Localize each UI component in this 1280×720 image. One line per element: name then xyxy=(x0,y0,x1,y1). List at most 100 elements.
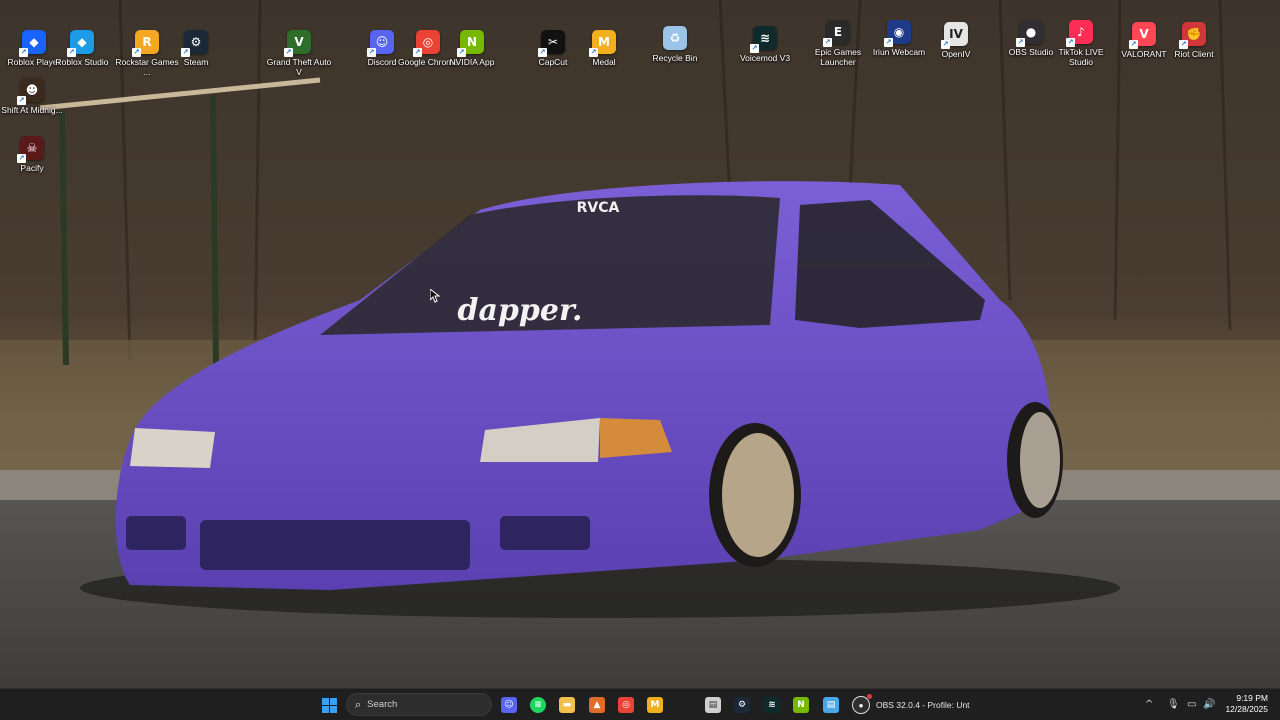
desktop-shortcut-label: Grand Theft Auto V xyxy=(266,57,332,77)
taskbar-app-notepad[interactable]: ▤ xyxy=(702,694,724,716)
desktop-shortcut-label: NVIDIA App xyxy=(449,57,495,67)
search-icon: ⌕ xyxy=(355,697,362,711)
desktop-wallpaper: RVCA dapper. xyxy=(0,0,1280,688)
windows-logo-icon xyxy=(321,697,337,713)
windshield-banner: dapper. xyxy=(458,293,583,328)
taskbar-search-input[interactable]: ⌕ Search xyxy=(346,693,492,716)
taskbar-app-notepad-plus[interactable]: ▤ xyxy=(820,694,842,716)
shortcut-arrow-icon: ↗ xyxy=(17,154,26,163)
shortcut-arrow-icon: ↗ xyxy=(1066,38,1075,47)
mouse-cursor-icon xyxy=(429,287,441,308)
taskbar-obs-window[interactable]: ● OBS 32.0.4 - Profile: Unt xyxy=(848,693,970,717)
tiktok-live-icon: ♪ ↗ xyxy=(1066,20,1093,47)
shortcut-arrow-icon: ↗ xyxy=(589,48,598,57)
shortcut-arrow-icon: ↗ xyxy=(823,38,832,47)
shortcut-arrow-icon: ↗ xyxy=(941,40,950,49)
shortcut-arrow-icon: ↗ xyxy=(367,48,376,57)
windshield-brand: RVCA xyxy=(577,200,620,216)
recycle-bin-icon: ♻ xyxy=(663,26,687,50)
chrome-icon: ◎ ↗ xyxy=(413,30,440,57)
desktop-shortcut[interactable]: ⚙ ↗ Steam xyxy=(162,30,230,67)
shortcut-arrow-icon: ↗ xyxy=(413,48,422,57)
shortcut-arrow-icon: ↗ xyxy=(19,48,28,57)
taskbar-app-steam[interactable]: ⚙ xyxy=(731,694,753,716)
shortcut-arrow-icon: ↗ xyxy=(1016,38,1025,47)
desktop-shortcut[interactable]: ♪ ↗ TikTok LIVE Studio xyxy=(1047,20,1115,67)
desktop-shortcut[interactable]: V ↗ Grand Theft Auto V xyxy=(265,30,333,77)
voicemod-icon: ≋ ↗ xyxy=(750,26,777,53)
artstation-icon: ▲ xyxy=(589,697,605,713)
clock-date: 12/28/2025 xyxy=(1225,704,1268,714)
capcut-icon: ✂ ↗ xyxy=(538,30,565,57)
taskbar-app-nvidia[interactable]: N xyxy=(790,694,812,716)
search-placeholder: Search xyxy=(367,699,398,710)
desktop-shortcut[interactable]: IV ↗ OpenIV xyxy=(922,22,990,59)
desktop-shortcut[interactable]: N ↗ NVIDIA App xyxy=(438,30,506,67)
desktop-shortcut-label: Riot Client xyxy=(1174,49,1214,59)
file-explorer-icon: ▬ xyxy=(559,697,575,713)
taskbar-app-spotify[interactable]: ≡ xyxy=(527,694,549,716)
desktop-shortcut[interactable]: ☻ ↗ Shift At Midnig... xyxy=(0,78,66,115)
desktop-shortcut[interactable]: ◆ ↗ Roblox Studio xyxy=(48,30,116,67)
medal-icon: M xyxy=(647,697,663,713)
shortcut-arrow-icon: ↗ xyxy=(67,48,76,57)
shift-at-midnight-icon: ☻ ↗ xyxy=(17,78,44,105)
notepad-plus-icon: ▤ xyxy=(823,697,839,713)
taskbar: ⌕ Search ☺ ≡ ▬ ▲ ◎ M ▤ ⚙ ≋ N ▤ ● OBS 32.0.4 - Prof… xyxy=(0,688,1280,720)
desktop-shortcut-label: Medal xyxy=(592,57,616,67)
desktop-shortcut-label: Voicemod V3 xyxy=(739,53,791,63)
taskbar-app-medal[interactable]: M xyxy=(644,694,666,716)
notepad-icon: ▤ xyxy=(705,697,721,713)
desktop-shortcut-label: Shift At Midnig... xyxy=(1,105,63,115)
shortcut-arrow-icon: ↗ xyxy=(132,48,141,57)
desktop-shortcut[interactable]: M ↗ Medal xyxy=(570,30,638,67)
medal-icon: M ↗ xyxy=(589,30,616,57)
shortcut-arrow-icon: ↗ xyxy=(181,48,190,57)
taskbar-clock[interactable]: 9:19 PM 12/28/2025 xyxy=(1225,693,1268,715)
chevron-up-icon[interactable]: ^ xyxy=(1145,698,1153,712)
chrome-icon: ◎ xyxy=(618,697,634,713)
desktop-shortcut[interactable]: ☠ ↗ Pacify xyxy=(0,136,66,173)
desktop-shortcut-label: Steam xyxy=(183,57,209,67)
gta-v-icon: V ↗ xyxy=(284,30,311,57)
taskbar-app-file-explorer[interactable]: ▬ xyxy=(556,694,578,716)
obs-studio-icon: ● xyxy=(852,694,872,714)
steam-icon: ⚙ xyxy=(734,697,750,713)
clock-time: 9:19 PM xyxy=(1236,693,1268,703)
desktop-shortcut-label: Epic Games Launcher xyxy=(814,47,862,67)
obs-studio-icon: ● ↗ xyxy=(1016,20,1043,47)
desktop-shortcut-label: Recycle Bin xyxy=(652,53,698,63)
epic-games-icon: E ↗ xyxy=(823,20,850,47)
shortcut-arrow-icon: ↗ xyxy=(884,38,893,47)
desktop-shortcut[interactable]: ✊ ↗ Riot Client xyxy=(1160,22,1228,59)
roblox-player-icon: ◆ ↗ xyxy=(19,30,46,57)
volume-icon[interactable]: 🔊 xyxy=(1203,698,1215,712)
desktop-shortcut-label: OpenIV xyxy=(941,49,971,59)
riot-client-icon: ✊ ↗ xyxy=(1179,22,1206,49)
steam-icon: ⚙ ↗ xyxy=(181,30,208,57)
taskbar-app-voicemod[interactable]: ≋ xyxy=(761,694,783,716)
start-button[interactable] xyxy=(318,694,340,716)
obs-window-title: OBS 32.0.4 - Profile: Unt xyxy=(876,700,970,710)
pacify-icon: ☠ ↗ xyxy=(17,136,44,163)
desktop-shortcut-label: Pacify xyxy=(20,163,44,173)
shortcut-arrow-icon: ↗ xyxy=(17,96,26,105)
taskbar-app-discord[interactable]: ☺ xyxy=(498,694,520,716)
desktop-shortcut-label: Roblox Studio xyxy=(55,57,109,67)
shortcut-arrow-icon: ↗ xyxy=(1179,40,1188,49)
rockstar-games-icon: R ↗ xyxy=(132,30,159,57)
desktop-shortcut[interactable]: E ↗ Epic Games Launcher xyxy=(804,20,872,67)
shortcut-arrow-icon: ↗ xyxy=(1129,40,1138,49)
shortcut-arrow-icon: ↗ xyxy=(538,48,547,57)
nvidia-icon: N xyxy=(793,697,809,713)
iriun-webcam-icon: ◉ ↗ xyxy=(884,20,911,47)
desktop-shortcut[interactable]: ♻ Recycle Bin xyxy=(641,26,709,63)
microphone-icon[interactable]: 🎙 xyxy=(1167,698,1180,712)
openiv-icon: IV ↗ xyxy=(941,22,968,49)
desktop-shortcut[interactable]: ≋ ↗ Voicemod V3 xyxy=(731,26,799,63)
roblox-studio-icon: ◆ ↗ xyxy=(67,30,94,57)
taskbar-app-chrome[interactable]: ◎ xyxy=(615,694,637,716)
display-icon[interactable]: ▭ xyxy=(1187,698,1196,712)
taskbar-app-artstation[interactable]: ▲ xyxy=(586,694,608,716)
nvidia-icon: N ↗ xyxy=(457,30,484,57)
